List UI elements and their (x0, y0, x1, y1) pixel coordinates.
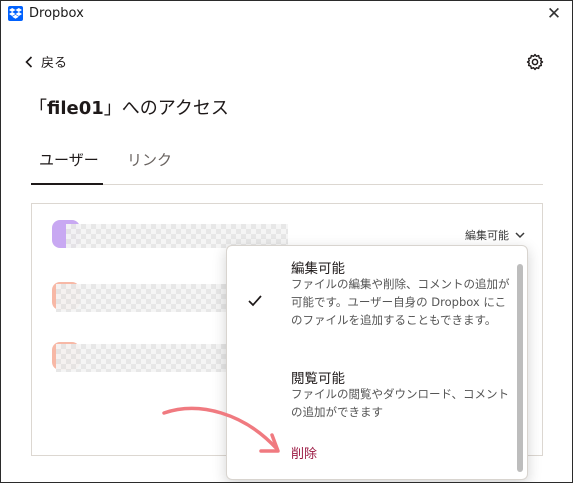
tab-users[interactable]: ユーザー (31, 147, 103, 185)
role-dropdown[interactable]: 編集可能 (465, 226, 525, 244)
gear-icon[interactable] (526, 53, 544, 71)
menu-scrollbar[interactable] (517, 264, 523, 472)
dropbox-icon (8, 6, 23, 21)
role-label: 編集可能 (465, 229, 509, 242)
option-description: ファイルの閲覧やダウンロード、コメントの追加ができます (291, 387, 510, 419)
dropbox-window: Dropbox ✕ 戻る 「file01」へのアクセス ユーザー リンク 編集可… (0, 0, 573, 483)
window-title: Dropbox (29, 6, 84, 21)
page-title: 「file01」へのアクセス (29, 94, 229, 120)
delete-option[interactable]: 削除 (291, 443, 317, 462)
option-description: ファイルの編集や削除、コメントの追加が可能です。ユーザー自身の Dropbox … (291, 277, 510, 327)
tab-bar: ユーザー リンク (31, 147, 543, 185)
chevron-left-icon (25, 52, 33, 70)
title-prefix: 「 (29, 98, 47, 119)
back-label: 戻る (41, 55, 68, 71)
redacted-member-name (56, 344, 226, 372)
option-title: 編集可能 (291, 261, 345, 277)
check-icon (247, 293, 263, 307)
option-title: 閲覧可能 (291, 371, 345, 387)
tab-link[interactable]: リンク (127, 147, 177, 185)
annotation-arrow-icon (162, 406, 280, 453)
redacted-member-name (56, 284, 226, 312)
title-filename: file01 (47, 98, 104, 119)
title-bar: Dropbox ✕ (1, 1, 572, 29)
title-suffix: 」へのアクセス (103, 98, 229, 119)
back-button[interactable]: 戻る (25, 51, 67, 71)
close-button[interactable]: ✕ (544, 4, 564, 24)
chevron-down-icon (515, 229, 525, 242)
